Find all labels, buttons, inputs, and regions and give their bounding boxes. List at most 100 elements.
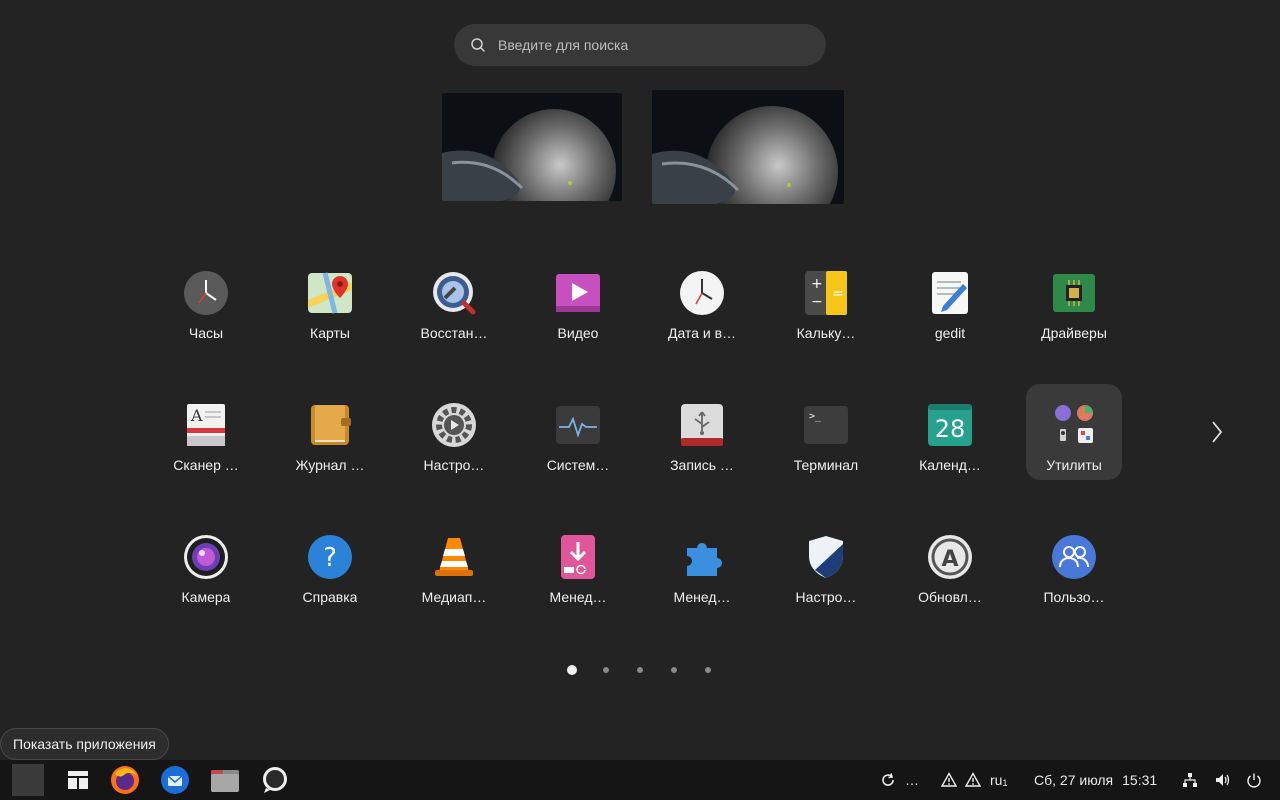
app-label: Справка <box>302 589 358 605</box>
workspace-thumbnail-2[interactable] <box>652 90 844 204</box>
app-video[interactable]: Видео <box>530 252 626 348</box>
app-package-manager[interactable]: Менед… <box>530 516 626 612</box>
clock[interactable]: Сб, 27 июля 15:31 <box>1034 760 1157 800</box>
calculator-icon: + − = <box>805 271 847 315</box>
app-help[interactable]: ? Справка <box>282 516 378 612</box>
app-vlc[interactable]: Медиап… <box>406 516 502 612</box>
page-dot-3[interactable] <box>637 667 643 673</box>
app-label: Камера <box>181 589 231 605</box>
app-firewall-settings[interactable]: Настро… <box>778 516 874 612</box>
warning-icon <box>941 772 957 787</box>
app-maps[interactable]: Карты <box>282 252 378 348</box>
network-icon <box>1183 773 1197 787</box>
app-usb-writer[interactable]: Запись … <box>654 384 750 480</box>
app-system-monitor[interactable]: Систем… <box>530 384 626 480</box>
svg-text:>_: >_ <box>809 411 822 422</box>
app-label: Настро… <box>795 589 857 605</box>
app-label: Медиап… <box>421 589 487 605</box>
volume-indicator[interactable] <box>1214 760 1230 800</box>
app-recovery[interactable]: Восстан… <box>406 252 502 348</box>
search-icon <box>471 38 485 52</box>
app-label: Менед… <box>673 589 731 605</box>
network-indicator[interactable] <box>1182 760 1198 800</box>
app-label: Драйверы <box>1041 325 1107 341</box>
system-monitor-icon <box>556 406 600 444</box>
utilities-folder-icon <box>1055 405 1093 443</box>
power-button[interactable] <box>1246 760 1262 800</box>
app-drivers[interactable]: Драйверы <box>1026 252 1122 348</box>
time-label: 15:31 <box>1122 772 1158 788</box>
app-folder-utilities[interactable]: Утилиты <box>1026 384 1122 480</box>
window-layout-button[interactable] <box>62 764 94 796</box>
app-label: Восстан… <box>420 325 488 341</box>
page-dot-1[interactable] <box>567 665 577 675</box>
app-label: Журнал … <box>295 457 365 473</box>
keyboard-layout-indicator[interactable]: ru 1 <box>990 760 1007 800</box>
app-label: Часы <box>188 325 224 341</box>
planet-wallpaper-image <box>652 90 844 204</box>
planet-wallpaper-image <box>442 93 622 201</box>
recovery-icon <box>433 272 476 315</box>
terminal-icon: >_ <box>804 406 848 444</box>
firefox-launcher[interactable] <box>109 764 141 796</box>
firewall-icon <box>809 536 843 578</box>
vlc-icon <box>435 538 473 576</box>
chevron-right-icon <box>1212 421 1223 443</box>
app-label: Карты <box>310 325 350 341</box>
users-icon <box>1052 535 1096 579</box>
keyboard-layout-index: 1 <box>1002 778 1008 788</box>
files-icon <box>211 770 239 792</box>
app-clock[interactable]: Часы <box>158 252 254 348</box>
chat-launcher[interactable] <box>259 764 291 796</box>
app-label: Пользо… <box>1043 589 1105 605</box>
svg-text:28: 28 <box>935 415 966 443</box>
search-bar[interactable] <box>454 24 826 66</box>
search-input[interactable] <box>496 36 800 54</box>
thunderbird-icon <box>161 766 189 794</box>
app-software-updater[interactable]: A Обновл… <box>902 516 998 612</box>
volume-icon <box>1216 774 1230 786</box>
app-scanner[interactable]: A Сканер … <box>158 384 254 480</box>
app-camera[interactable]: Камера <box>158 516 254 612</box>
app-datetime[interactable]: Дата и в… <box>654 252 750 348</box>
svg-text:=: = <box>832 286 844 302</box>
app-label: Терминал <box>793 457 859 473</box>
datetime-icon <box>680 271 724 315</box>
camera-icon <box>184 535 228 579</box>
thunderbird-launcher[interactable] <box>159 764 191 796</box>
tray-updates[interactable]: … <box>880 760 919 800</box>
app-users[interactable]: Пользо… <box>1026 516 1122 612</box>
app-settings[interactable]: Настро… <box>406 384 502 480</box>
tray-updates-text: … <box>905 772 919 788</box>
page-dot-5[interactable] <box>705 667 711 673</box>
workspace-thumbnail-1[interactable] <box>442 93 622 201</box>
app-calculator[interactable]: + − = Кальку… <box>778 252 874 348</box>
app-label: Кальку… <box>796 325 856 341</box>
app-terminal[interactable]: >_ Терминал <box>778 384 874 480</box>
settings-gear-icon <box>432 403 476 447</box>
app-label: Календ… <box>919 457 981 473</box>
page-indicator <box>560 665 720 677</box>
tray-warning-1[interactable] <box>941 760 957 800</box>
app-label: Менед… <box>549 589 607 605</box>
app-label: gedit <box>934 325 966 341</box>
app-gedit[interactable]: gedit <box>902 252 998 348</box>
chat-icon <box>263 767 287 793</box>
keyboard-layout-label: ru <box>990 772 1003 788</box>
app-calendar[interactable]: 28 Календ… <box>902 384 998 480</box>
date-label: Сб, 27 июля <box>1034 772 1114 788</box>
calendar-icon: 28 <box>928 404 972 446</box>
journal-icon <box>311 405 351 445</box>
page-dot-2[interactable] <box>603 667 609 673</box>
video-icon <box>556 274 600 312</box>
app-extensions[interactable]: Менед… <box>654 516 750 612</box>
next-page-button[interactable] <box>1206 418 1228 446</box>
help-icon: ? <box>308 535 352 579</box>
app-journal[interactable]: Журнал … <box>282 384 378 480</box>
tray-warning-2[interactable] <box>965 760 981 800</box>
page-dot-4[interactable] <box>671 667 677 673</box>
show-apps-button[interactable] <box>12 764 44 796</box>
files-launcher[interactable] <box>209 764 241 796</box>
show-apps-tooltip: Показать приложения <box>0 728 169 760</box>
usb-writer-icon <box>681 404 723 446</box>
